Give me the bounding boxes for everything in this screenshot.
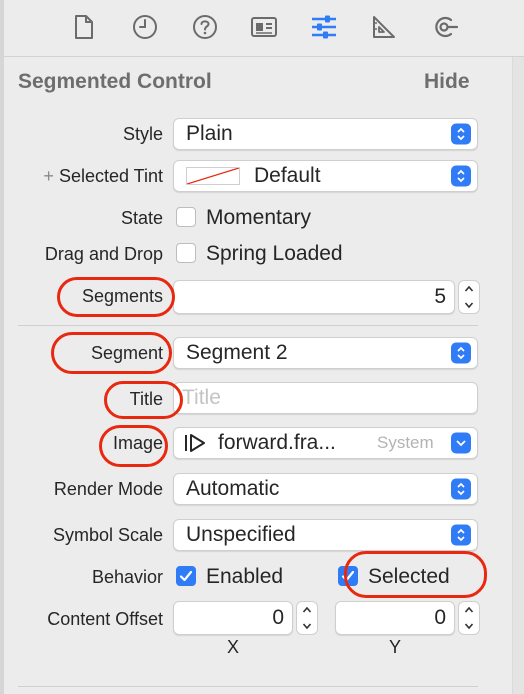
chevron-updown-icon — [451, 165, 471, 187]
clock-icon — [133, 15, 157, 39]
selected-tint-popup[interactable]: Default — [173, 160, 478, 192]
id-card-icon — [251, 17, 277, 37]
content-offset-y-stepper[interactable] — [458, 601, 480, 635]
segment-value: Segment 2 — [186, 341, 288, 364]
attributes-inspector-tab[interactable] — [307, 10, 341, 44]
behavior-label: Behavior — [91, 567, 163, 587]
chevron-down-icon — [302, 623, 312, 630]
chevron-up-icon — [464, 606, 474, 613]
title-placeholder: Title — [182, 386, 221, 409]
enabled-checkbox[interactable] — [176, 566, 196, 586]
bottom-divider — [18, 686, 478, 687]
segments-value: 5 — [434, 285, 446, 308]
title-highlight-ring — [104, 381, 183, 419]
selected-highlight-ring — [344, 551, 487, 598]
render-mode-label: Render Mode — [53, 479, 163, 499]
spring-loaded-checkbox[interactable] — [176, 243, 196, 263]
chevron-updown-icon — [451, 524, 471, 546]
style-label: Style — [122, 124, 163, 144]
content-offset-x-value: 0 — [272, 606, 284, 629]
render-mode-popup[interactable]: Automatic — [173, 473, 478, 505]
selected-tint-value: Default — [254, 164, 321, 187]
segments-stepper[interactable] — [458, 280, 480, 314]
image-highlight-ring — [99, 425, 168, 467]
chevron-down-icon — [464, 302, 474, 309]
chevron-down-icon — [464, 623, 474, 630]
offset-y-axis-label: Y — [389, 637, 402, 657]
spring-loaded-label: Spring Loaded — [206, 242, 343, 265]
hide-section-button[interactable]: Hide — [424, 70, 470, 94]
content-offset-label: Content Offset — [47, 609, 163, 629]
add-variation-button[interactable]: + — [43, 166, 54, 186]
offset-x-axis-label: X — [227, 637, 240, 657]
style-value: Plain — [186, 122, 233, 145]
attributes-panel — [4, 57, 520, 694]
style-popup[interactable]: Plain — [173, 118, 478, 150]
chevron-down-icon[interactable] — [451, 432, 471, 454]
image-source: System — [377, 433, 434, 452]
chevron-up-icon — [464, 285, 474, 292]
content-offset-x-stepper[interactable] — [296, 601, 318, 635]
momentary-label: Momentary — [206, 206, 312, 229]
content-offset-y-field[interactable]: 0 — [335, 601, 455, 635]
history-inspector-tab[interactable] — [128, 10, 162, 44]
question-icon — [193, 15, 217, 39]
quick-help-tab[interactable] — [188, 10, 222, 44]
state-label: State — [120, 208, 163, 228]
symbol-scale-value: Unspecified — [186, 523, 296, 546]
title-field[interactable]: Title — [173, 382, 478, 414]
checkmark-icon — [179, 570, 193, 582]
selected-tint-label-text: Selected Tint — [58, 166, 163, 186]
file-icon — [75, 15, 93, 39]
file-inspector-tab[interactable] — [67, 10, 101, 44]
render-mode-value: Automatic — [186, 477, 280, 500]
symbol-scale-label: Symbol Scale — [52, 525, 163, 545]
chevron-updown-icon — [451, 478, 471, 500]
momentary-checkbox[interactable] — [176, 207, 196, 227]
connections-inspector-tab[interactable] — [428, 10, 462, 44]
chevron-updown-icon — [451, 342, 471, 364]
ruler-icon — [373, 16, 395, 38]
connections-icon — [435, 16, 459, 38]
inspector-scrollbar[interactable] — [512, 57, 524, 694]
symbol-scale-popup[interactable]: Unspecified — [173, 519, 478, 551]
identity-inspector-tab[interactable] — [247, 10, 281, 44]
content-offset-y-value: 0 — [434, 606, 446, 629]
segment-popup[interactable]: Segment 2 — [173, 337, 478, 369]
chevron-updown-icon — [451, 123, 471, 145]
forward-frame-icon — [185, 434, 205, 452]
segment-highlight-ring — [51, 332, 172, 374]
content-offset-x-field[interactable]: 0 — [173, 601, 293, 635]
segments-field[interactable]: 5 — [173, 280, 455, 314]
image-value: forward.fra... — [218, 431, 336, 454]
section-title: Segmented Control — [18, 70, 212, 93]
image-combo[interactable]: forward.fra... System — [173, 427, 478, 459]
section-divider — [18, 325, 478, 326]
inspector-tab-bar — [4, 0, 524, 57]
selected-tint-label: + Selected Tint — [43, 166, 163, 187]
drag-and-drop-label: Drag and Drop — [44, 244, 163, 264]
enabled-label: Enabled — [206, 565, 284, 588]
color-swatch-icon — [186, 167, 240, 185]
size-inspector-tab[interactable] — [367, 10, 401, 44]
chevron-up-icon — [302, 606, 312, 613]
sliders-icon — [312, 15, 336, 39]
segments-highlight-ring — [57, 277, 175, 317]
